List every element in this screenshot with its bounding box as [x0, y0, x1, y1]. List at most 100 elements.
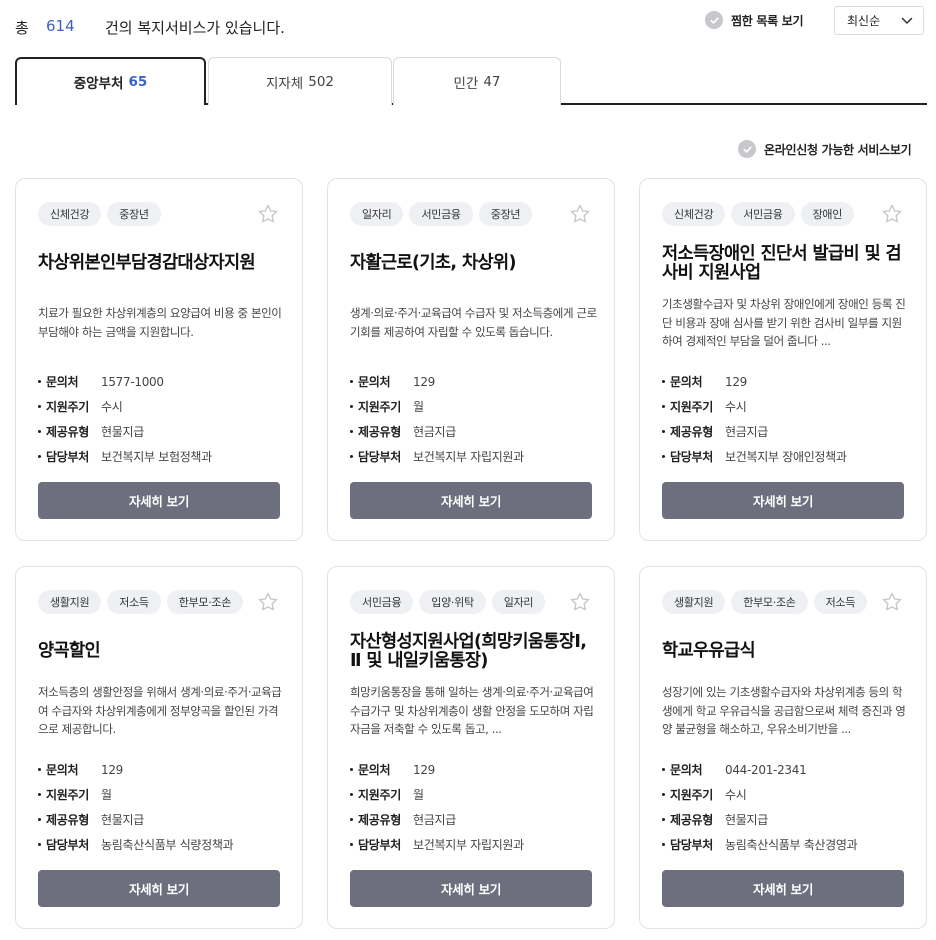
star-icon[interactable]	[257, 203, 279, 225]
info-value-dept: 농림축산식품부 축산경영과	[725, 838, 858, 852]
star-icon[interactable]	[569, 203, 591, 225]
card-description: 저소득층의 생활안정을 위해서 생계·의료·주거·교육급여 수급자와 차상위계층…	[38, 685, 282, 736]
info-value-type: 현물지급	[101, 425, 144, 439]
info-row-cycle: 지원주기 월	[38, 782, 288, 807]
info-value-contact: 129	[413, 374, 436, 389]
card-info-list: 문의처 129 지원주기 수시 제공유형 현금지급 담당부처 보건복지부 장애인…	[662, 369, 912, 469]
info-row-type: 제공유형 현금지급	[350, 807, 600, 832]
info-key-contact: 문의처	[38, 373, 101, 390]
info-row-contact: 문의처 044-201-2341	[662, 757, 912, 782]
info-key-cycle: 지원주기	[38, 398, 101, 415]
info-value-cycle: 월	[413, 788, 424, 802]
card-tags: 서민금융 입양·위탁 일자리	[350, 590, 546, 614]
tab-label: 지자체	[265, 75, 304, 92]
tab-central-government[interactable]: 중앙부처 65	[15, 57, 206, 107]
info-row-contact: 문의처 1577-1000	[38, 369, 288, 394]
info-row-contact: 문의처 129	[350, 757, 600, 782]
info-key-cycle: 지원주기	[662, 398, 725, 415]
category-tag: 중장년	[478, 202, 533, 226]
info-row-cycle: 지원주기 수시	[38, 394, 288, 419]
detail-button[interactable]: 자세히 보기	[662, 482, 904, 519]
category-tag: 입양·위탁	[419, 590, 486, 614]
category-tag: 서민금융	[731, 202, 795, 226]
category-tag: 서민금융	[350, 590, 414, 614]
star-icon[interactable]	[881, 203, 903, 225]
online-apply-toggle[interactable]: 온라인신청 가능한 서비스보기	[738, 140, 912, 158]
card-tags: 신체건강 중장년	[38, 202, 161, 226]
info-key-type: 제공유형	[38, 423, 101, 440]
card-title[interactable]: 자산형성지원사업(희망키움통장Ⅰ, Ⅱ 및 내일키움통장)	[350, 633, 600, 671]
info-value-type: 현금지급	[413, 813, 456, 827]
sort-select[interactable]: 최신순	[834, 6, 924, 35]
info-key-contact: 문의처	[662, 373, 725, 390]
category-tag: 생활지원	[662, 590, 726, 614]
card-info-list: 문의처 129 지원주기 월 제공유형 현물지급 담당부처 농림축산식품부 식량…	[38, 757, 288, 857]
info-row-cycle: 지원주기 월	[350, 782, 600, 807]
info-row-type: 제공유형 현금지급	[350, 419, 600, 444]
detail-button[interactable]: 자세히 보기	[38, 870, 280, 907]
info-row-dept: 담당부처 보건복지부 장애인정책과	[662, 444, 912, 469]
detail-button[interactable]: 자세히 보기	[350, 870, 592, 907]
category-tag: 생활지원	[38, 590, 102, 614]
info-key-dept: 담당부처	[38, 836, 101, 853]
star-icon[interactable]	[569, 591, 591, 613]
total-prefix: 총	[15, 19, 29, 37]
sort-selected-value: 최신순	[847, 14, 881, 28]
category-tag: 저소득	[107, 590, 161, 614]
info-row-contact: 문의처 129	[662, 369, 912, 394]
info-value-type: 현물지급	[725, 813, 768, 827]
card-title[interactable]: 양곡할인	[38, 642, 288, 661]
info-value-cycle: 월	[101, 788, 112, 802]
card-info-list: 문의처 044-201-2341 지원주기 수시 제공유형 현물지급 담당부처 …	[662, 757, 912, 857]
category-tag: 일자리	[491, 590, 546, 614]
service-card: 생활지원 저소득 한부모·조손양곡할인저소득층의 생활안정을 위해서 생계·의료·주…	[15, 566, 303, 929]
detail-button[interactable]: 자세히 보기	[662, 870, 904, 907]
card-title[interactable]: 저소득장애인 진단서 발급비 및 검사비 지원사업	[662, 245, 912, 283]
check-circle-icon	[705, 11, 723, 29]
category-tabs: 중앙부처 65 지자체 502 민간 47	[15, 57, 927, 107]
info-key-type: 제공유형	[38, 811, 101, 828]
category-tag: 신체건강	[662, 202, 726, 226]
card-tags: 일자리 서민금융 중장년	[350, 202, 533, 226]
service-card: 신체건강 중장년 차상위본인부담경감대상자지원 치료가 필요한 차상위계층의 요양급여…	[15, 178, 303, 541]
card-description: 성장기에 있는 기초생활수급자와 차상위계층 등의 학생에게 학교 우유급식을 …	[662, 685, 906, 736]
total-suffix: 건의 복지서비스가 있습니다.	[105, 19, 285, 37]
category-tag: 서민금융	[409, 202, 473, 226]
info-value-cycle: 수시	[725, 788, 747, 802]
check-circle-icon	[738, 140, 756, 158]
service-card: 신체건강 서민금융 장애인 저소득장애인 진단서 발급비 및 검사비 지원사업 기초생활…	[639, 178, 927, 541]
tab-count: 47	[483, 73, 501, 90]
tab-count: 502	[308, 73, 335, 90]
star-icon[interactable]	[881, 591, 903, 613]
card-title[interactable]: 학교우유급식	[662, 642, 912, 661]
info-key-cycle: 지원주기	[662, 786, 725, 803]
card-title[interactable]: 자활근로(기초, 차상위)	[350, 254, 600, 273]
saved-list-toggle[interactable]: 찜한 목록 보기	[705, 11, 804, 29]
card-info-list: 문의처 129 지원주기 월 제공유형 현금지급 담당부처 보건복지부 자립지원…	[350, 369, 600, 469]
card-title[interactable]: 차상위본인부담경감대상자지원	[38, 254, 288, 273]
detail-button[interactable]: 자세히 보기	[350, 482, 592, 519]
info-key-contact: 문의처	[662, 761, 725, 778]
info-row-dept: 담당부처 보건복지부 자립지원과	[350, 444, 600, 469]
tab-private[interactable]: 민간 47	[393, 57, 561, 105]
service-card: 일자리 서민금융 중장년 자활근로(기초, 차상위) 생계·의료·주거·교육급여 수급자…	[327, 178, 615, 541]
info-row-type: 제공유형 현금지급	[662, 419, 912, 444]
info-row-cycle: 지원주기 월	[350, 394, 600, 419]
category-tag: 장애인	[800, 202, 855, 226]
info-key-cycle: 지원주기	[350, 786, 413, 803]
info-value-dept: 보건복지부 자립지원과	[413, 450, 524, 464]
category-tag: 신체건강	[38, 202, 102, 226]
info-value-contact: 044-201-2341	[725, 762, 807, 777]
star-icon[interactable]	[257, 591, 279, 613]
category-tag: 일자리	[350, 202, 404, 226]
detail-button[interactable]: 자세히 보기	[38, 482, 280, 519]
tab-label: 중앙부처	[73, 76, 124, 92]
info-row-dept: 담당부처 농림축산식품부 식량정책과	[38, 832, 288, 857]
tab-local-government[interactable]: 지자체 502	[208, 57, 392, 105]
card-info-list: 문의처 129 지원주기 월 제공유형 현금지급 담당부처 보건복지부 자립지원…	[350, 757, 600, 857]
card-tags: 생활지원 저소득 한부모·조손	[38, 590, 244, 614]
card-tags: 신체건강 서민금융 장애인	[662, 202, 855, 226]
info-value-type: 현물지급	[101, 813, 144, 827]
info-row-dept: 담당부처 보건복지부 보험정책과	[38, 444, 288, 469]
category-tag: 한부모·조손	[166, 590, 244, 614]
